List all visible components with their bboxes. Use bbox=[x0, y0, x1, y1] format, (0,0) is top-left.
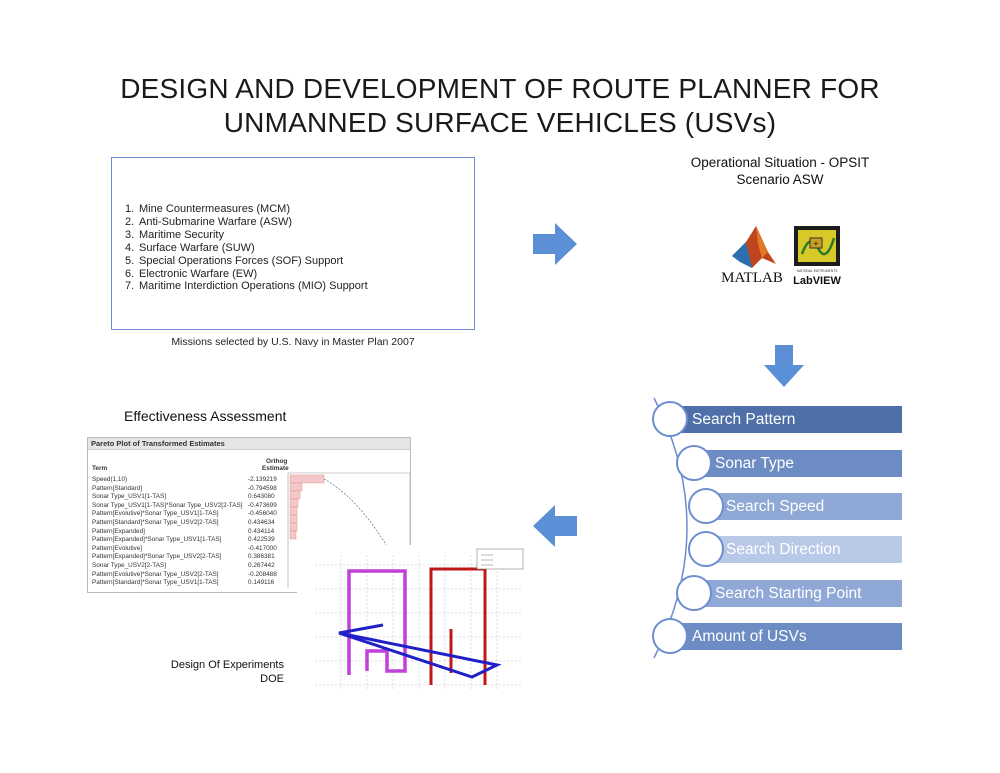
missions-list: 1. Mine Countermeasures (MCM) 2. Anti-Subm… bbox=[125, 203, 368, 293]
step-label: Search Speed bbox=[726, 498, 825, 515]
mission-item: 6. Electronic Warfare (EW) bbox=[125, 268, 368, 281]
pareto-term: Pattern[Evolutive]*Sonar Type_USV2[2-TAS… bbox=[92, 570, 219, 578]
pareto-estimate: -0.208488 bbox=[248, 570, 277, 578]
pareto-estimate: -0.417000 bbox=[248, 544, 277, 552]
svg-text:+: + bbox=[814, 239, 819, 248]
pareto-estimate: 0.434634 bbox=[248, 519, 275, 526]
mission-item: 7. Maritime Interdiction Operations (MIO)… bbox=[125, 280, 368, 293]
mission-num: 1. bbox=[125, 203, 135, 215]
pareto-estimate: -0.473699 bbox=[248, 501, 277, 509]
step-circle bbox=[652, 401, 688, 437]
pareto-estimate: 0.643080 bbox=[248, 493, 275, 501]
pareto-estimate: -2.139219 bbox=[248, 476, 277, 483]
mission-num: 6. bbox=[125, 267, 135, 280]
pareto-term: Pattern[Evolutive] bbox=[92, 544, 143, 552]
step-bar-search-starting-point: Search Starting Point bbox=[694, 580, 902, 607]
mission-num: 3. bbox=[125, 228, 135, 241]
doe-line-2: DOE bbox=[260, 673, 284, 685]
pareto-estimate: 0.434114 bbox=[248, 527, 275, 535]
step-label: Search Starting Point bbox=[715, 585, 862, 602]
step-bar-search-direction: Search Direction bbox=[706, 536, 902, 563]
pareto-term: Pattern[Expanded]*Sonar Type_USV2[2-TAS] bbox=[92, 553, 222, 561]
arrow-right-icon bbox=[533, 223, 577, 265]
mission-item: 1. Mine Countermeasures (MCM) bbox=[125, 203, 368, 216]
pareto-term: Sonar Type_USV1[1-TAS]*Sonar Type_USV2[2… bbox=[92, 501, 243, 509]
missions-caption: Missions selected by U.S. Navy in Master… bbox=[171, 336, 415, 348]
pareto-estimate: 0.267442 bbox=[248, 562, 275, 569]
page-title: DESIGN AND DEVELOPMENT OF ROUTE PLANNER … bbox=[0, 72, 1000, 140]
step-circle bbox=[652, 618, 688, 654]
pareto-term: Pattern[Expanded]*Sonar Type_USV1[1-TAS] bbox=[92, 536, 222, 544]
matlab-logo-text: MATLAB bbox=[721, 270, 783, 286]
mission-text: Mine Countermeasures (MCM) bbox=[139, 203, 290, 215]
pareto-term: Pattern[Standard]*Sonar Type_USV2[2-TAS] bbox=[92, 519, 219, 526]
pareto-term: Pattern[Expanded] bbox=[92, 527, 145, 535]
step-circle bbox=[676, 575, 712, 611]
pareto-term: Pattern[Standard] bbox=[92, 484, 143, 492]
pareto-term: Pattern[Evolutive]*Sonar Type_USV1[1-TAS… bbox=[92, 510, 219, 518]
pareto-estimate: 0.386381 bbox=[248, 553, 275, 561]
doe-label: Design Of Experiments DOE bbox=[154, 658, 284, 686]
pareto-estimate: -0.794598 bbox=[248, 484, 277, 492]
opsit-line-2: Scenario ASW bbox=[736, 172, 824, 187]
step-label: Search Direction bbox=[726, 541, 841, 558]
mission-item: 5. Special Operations Forces (SOF) Suppor… bbox=[125, 255, 368, 268]
step-label: Search Pattern bbox=[692, 411, 796, 428]
mission-text: Special Operations Forces (SOF) Support bbox=[139, 254, 344, 267]
step-label: Amount of USVs bbox=[692, 628, 807, 645]
step-circle bbox=[688, 531, 724, 567]
steps-connector-curve bbox=[653, 397, 688, 659]
opsit-label: Operational Situation - OPSIT Scenario A… bbox=[660, 154, 900, 188]
parameter-steps: Search Pattern Sonar Type Search Speed S… bbox=[650, 396, 910, 661]
pareto-term: Sonar Type_USV2[2-TAS] bbox=[92, 562, 167, 569]
mission-num: 4. bbox=[125, 241, 135, 254]
mission-item: 4. Surface Warfare (SUW) bbox=[125, 242, 368, 255]
step-bar-sonar-type: Sonar Type bbox=[694, 450, 902, 477]
step-bar-amount-of-usvs: Amount of USVs bbox=[670, 623, 902, 650]
labview-logo-icon: + NATIONAL INSTRUMENTS LabVIEW bbox=[793, 226, 841, 287]
step-bar-search-pattern: Search Pattern bbox=[670, 406, 902, 433]
pareto-term: Pattern[Standard]*Sonar Type_USV1[1-TAS] bbox=[92, 579, 219, 587]
pareto-estimate: 0.422539 bbox=[248, 536, 275, 544]
effectiveness-title: Effectiveness Assessment bbox=[124, 408, 287, 424]
mission-num: 2. bbox=[125, 215, 135, 228]
step-bar-search-speed: Search Speed bbox=[706, 493, 902, 520]
arrow-down-icon bbox=[764, 345, 804, 387]
pareto-term: Sonar Type_USV1[1-TAS] bbox=[92, 493, 167, 501]
step-label: Sonar Type bbox=[715, 455, 794, 472]
mission-text: Anti-Submarine Warfare (ASW) bbox=[139, 215, 293, 228]
pareto-estimate: -0.456040 bbox=[248, 510, 277, 518]
mission-num: 7. bbox=[125, 280, 135, 293]
mission-num: 5. bbox=[125, 254, 135, 267]
mission-item: 3. Maritime Security bbox=[125, 229, 368, 242]
title-line-2: UNMANNED SURFACE VEHICLES (USVs) bbox=[223, 107, 777, 138]
opsit-line-1: Operational Situation - OPSIT bbox=[690, 155, 870, 170]
mission-text: Electronic Warfare (EW) bbox=[139, 267, 258, 280]
mission-text: Surface Warfare (SUW) bbox=[139, 241, 255, 254]
mission-text: Maritime Security bbox=[139, 228, 224, 241]
pareto-term: Speed(1,10) bbox=[92, 476, 128, 483]
doe-route-plot bbox=[297, 545, 527, 705]
pareto-estimate: 0.149116 bbox=[248, 579, 275, 587]
labview-logo-text: LabVIEW bbox=[793, 275, 841, 287]
arrow-left-icon bbox=[533, 505, 577, 547]
doe-line-1: Design Of Experiments bbox=[170, 659, 284, 671]
title-line-1: DESIGN AND DEVELOPMENT OF ROUTE PLANNER … bbox=[120, 73, 880, 104]
matlab-logo-icon: MATLAB bbox=[721, 226, 783, 286]
mission-text: Maritime Interdiction Operations (MIO) S… bbox=[139, 280, 368, 293]
step-circle bbox=[676, 445, 712, 481]
mission-item: 2. Anti-Submarine Warfare (ASW) bbox=[125, 216, 368, 229]
step-circle bbox=[688, 488, 724, 524]
ni-text: NATIONAL INSTRUMENTS bbox=[797, 269, 839, 273]
